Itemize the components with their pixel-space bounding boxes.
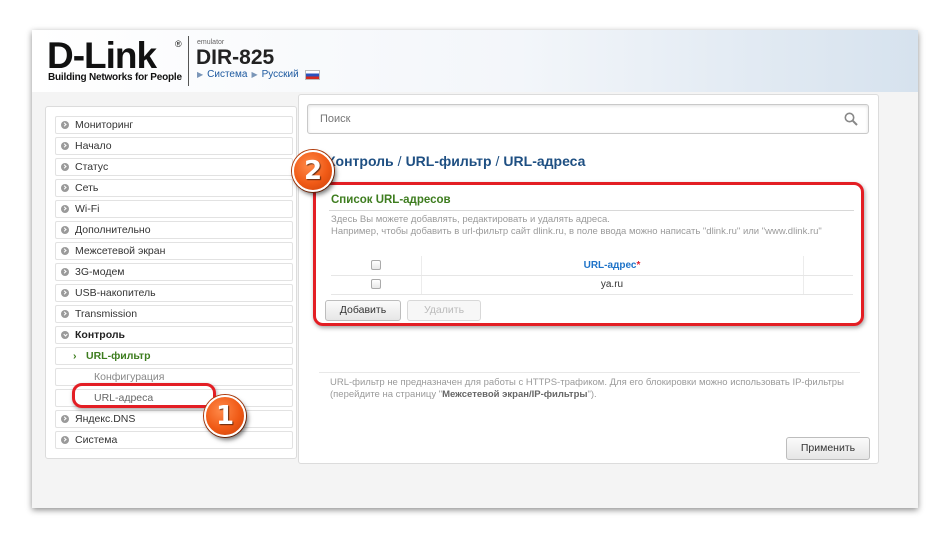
chevron-right-icon: [61, 310, 69, 318]
chevron-right-icon: ›: [73, 350, 77, 362]
sidebar-item-label: URL-фильтр: [86, 350, 151, 362]
sidebar-item-monitoring[interactable]: Мониторинг: [55, 116, 293, 134]
chevron-right-icon: [61, 436, 69, 444]
sidebar-item-wifi[interactable]: Wi-Fi: [55, 200, 293, 218]
sidebar-item-label: Дополнительно: [75, 224, 151, 236]
language-link[interactable]: Русский: [262, 69, 299, 80]
chevron-right-icon: [61, 247, 69, 255]
annotation-highlight-url-list: [313, 182, 864, 326]
note-text-end: ").: [587, 389, 597, 400]
arrow-right-icon: ▶: [251, 70, 258, 79]
sidebar-item-status[interactable]: Статус: [55, 158, 293, 176]
header-divider: [188, 36, 189, 86]
firewall-ip-filters-link[interactable]: Межсетевой экран/IP-фильтры: [442, 389, 587, 400]
router-web-interface: D-Link ® Building Networks for People em…: [32, 30, 918, 508]
chevron-right-icon: [61, 121, 69, 129]
sidebar-item-label: Мониторинг: [75, 119, 134, 131]
https-note: URL-фильтр не предназначен для работы с …: [330, 377, 850, 401]
chevron-right-icon: [61, 226, 69, 234]
sidebar-item-label: Wi-Fi: [75, 203, 100, 215]
apply-button[interactable]: Применить: [786, 437, 870, 460]
sidebar-item-yandex-dns[interactable]: Яндекс.DNS: [55, 410, 293, 428]
sidebar-item-usb-storage[interactable]: USB-накопитель: [55, 284, 293, 302]
chevron-right-icon: [61, 415, 69, 423]
sidebar-item-advanced[interactable]: Дополнительно: [55, 221, 293, 239]
breadcrumb-url-filter[interactable]: URL-фильтр: [406, 153, 492, 169]
logo-registered-mark: ®: [175, 39, 182, 49]
sidebar-item-label: Контроль: [75, 329, 125, 341]
model-name: DIR-825: [196, 46, 275, 69]
sidebar-item-network[interactable]: Сеть: [55, 179, 293, 197]
breadcrumb: Контроль / URL-фильтр / URL-адреса: [327, 153, 585, 169]
sidebar-item-label: 3G-модем: [75, 266, 125, 278]
sidebar-item-firewall[interactable]: Межсетевой экран: [55, 242, 293, 260]
sidebar-item-url-filter[interactable]: › URL-фильтр: [55, 347, 293, 365]
sidebar-item-start[interactable]: Начало: [55, 137, 293, 155]
sidebar-item-label: Конфигурация: [94, 371, 165, 383]
header: D-Link ® Building Networks for People em…: [32, 30, 918, 92]
arrow-right-icon: ▶: [197, 70, 204, 79]
chevron-right-icon: [61, 268, 69, 276]
sidebar-item-3g-modem[interactable]: 3G-модем: [55, 263, 293, 281]
sidebar-item-label: Начало: [75, 140, 112, 152]
breadcrumb-control[interactable]: Контроль: [327, 153, 394, 169]
breadcrumb-separator: /: [397, 153, 402, 169]
breadcrumb-separator: /: [495, 153, 500, 169]
sidebar-item-label: Межсетевой экран: [75, 245, 166, 257]
chevron-right-icon: [61, 142, 69, 150]
sidebar-item-label: Яндекс.DNS: [75, 413, 136, 425]
system-link[interactable]: Система: [207, 69, 247, 80]
sidebar-item-label: Сеть: [75, 182, 99, 194]
breadcrumb-url-addresses: URL-адреса: [503, 153, 586, 169]
chevron-right-icon: [61, 184, 69, 192]
chevron-down-icon: [61, 331, 69, 339]
sidebar-item-system[interactable]: Система: [55, 431, 293, 449]
sidebar-item-label: Система: [75, 434, 118, 446]
header-links: ▶ Система ▶ Русский: [197, 69, 320, 80]
sidebar-item-label: USB-накопитель: [75, 287, 156, 299]
chevron-right-icon: [61, 289, 69, 297]
annotation-badge-2: 2: [292, 150, 334, 192]
russian-flag-icon[interactable]: [304, 69, 320, 80]
emulator-label: emulator: [197, 39, 225, 46]
annotation-highlight-url-addresses-item: [72, 383, 216, 408]
logo-word: D-Link: [47, 35, 157, 76]
sidebar-item-control[interactable]: Контроль: [55, 326, 293, 344]
sidebar-item-label: Статус: [75, 161, 109, 173]
annotation-badge-1: 1: [204, 395, 246, 437]
chevron-right-icon: [61, 163, 69, 171]
sidebar-item-label: Transmission: [75, 308, 138, 320]
logo-tagline: Building Networks for People: [48, 72, 182, 83]
search-icon[interactable]: [844, 112, 858, 126]
sidebar-item-transmission[interactable]: Transmission: [55, 305, 293, 323]
note-divider: [319, 372, 860, 373]
dlink-logo[interactable]: D-Link ® Building Networks for People: [47, 36, 189, 88]
chevron-right-icon: [61, 205, 69, 213]
search-input[interactable]: [307, 104, 869, 134]
